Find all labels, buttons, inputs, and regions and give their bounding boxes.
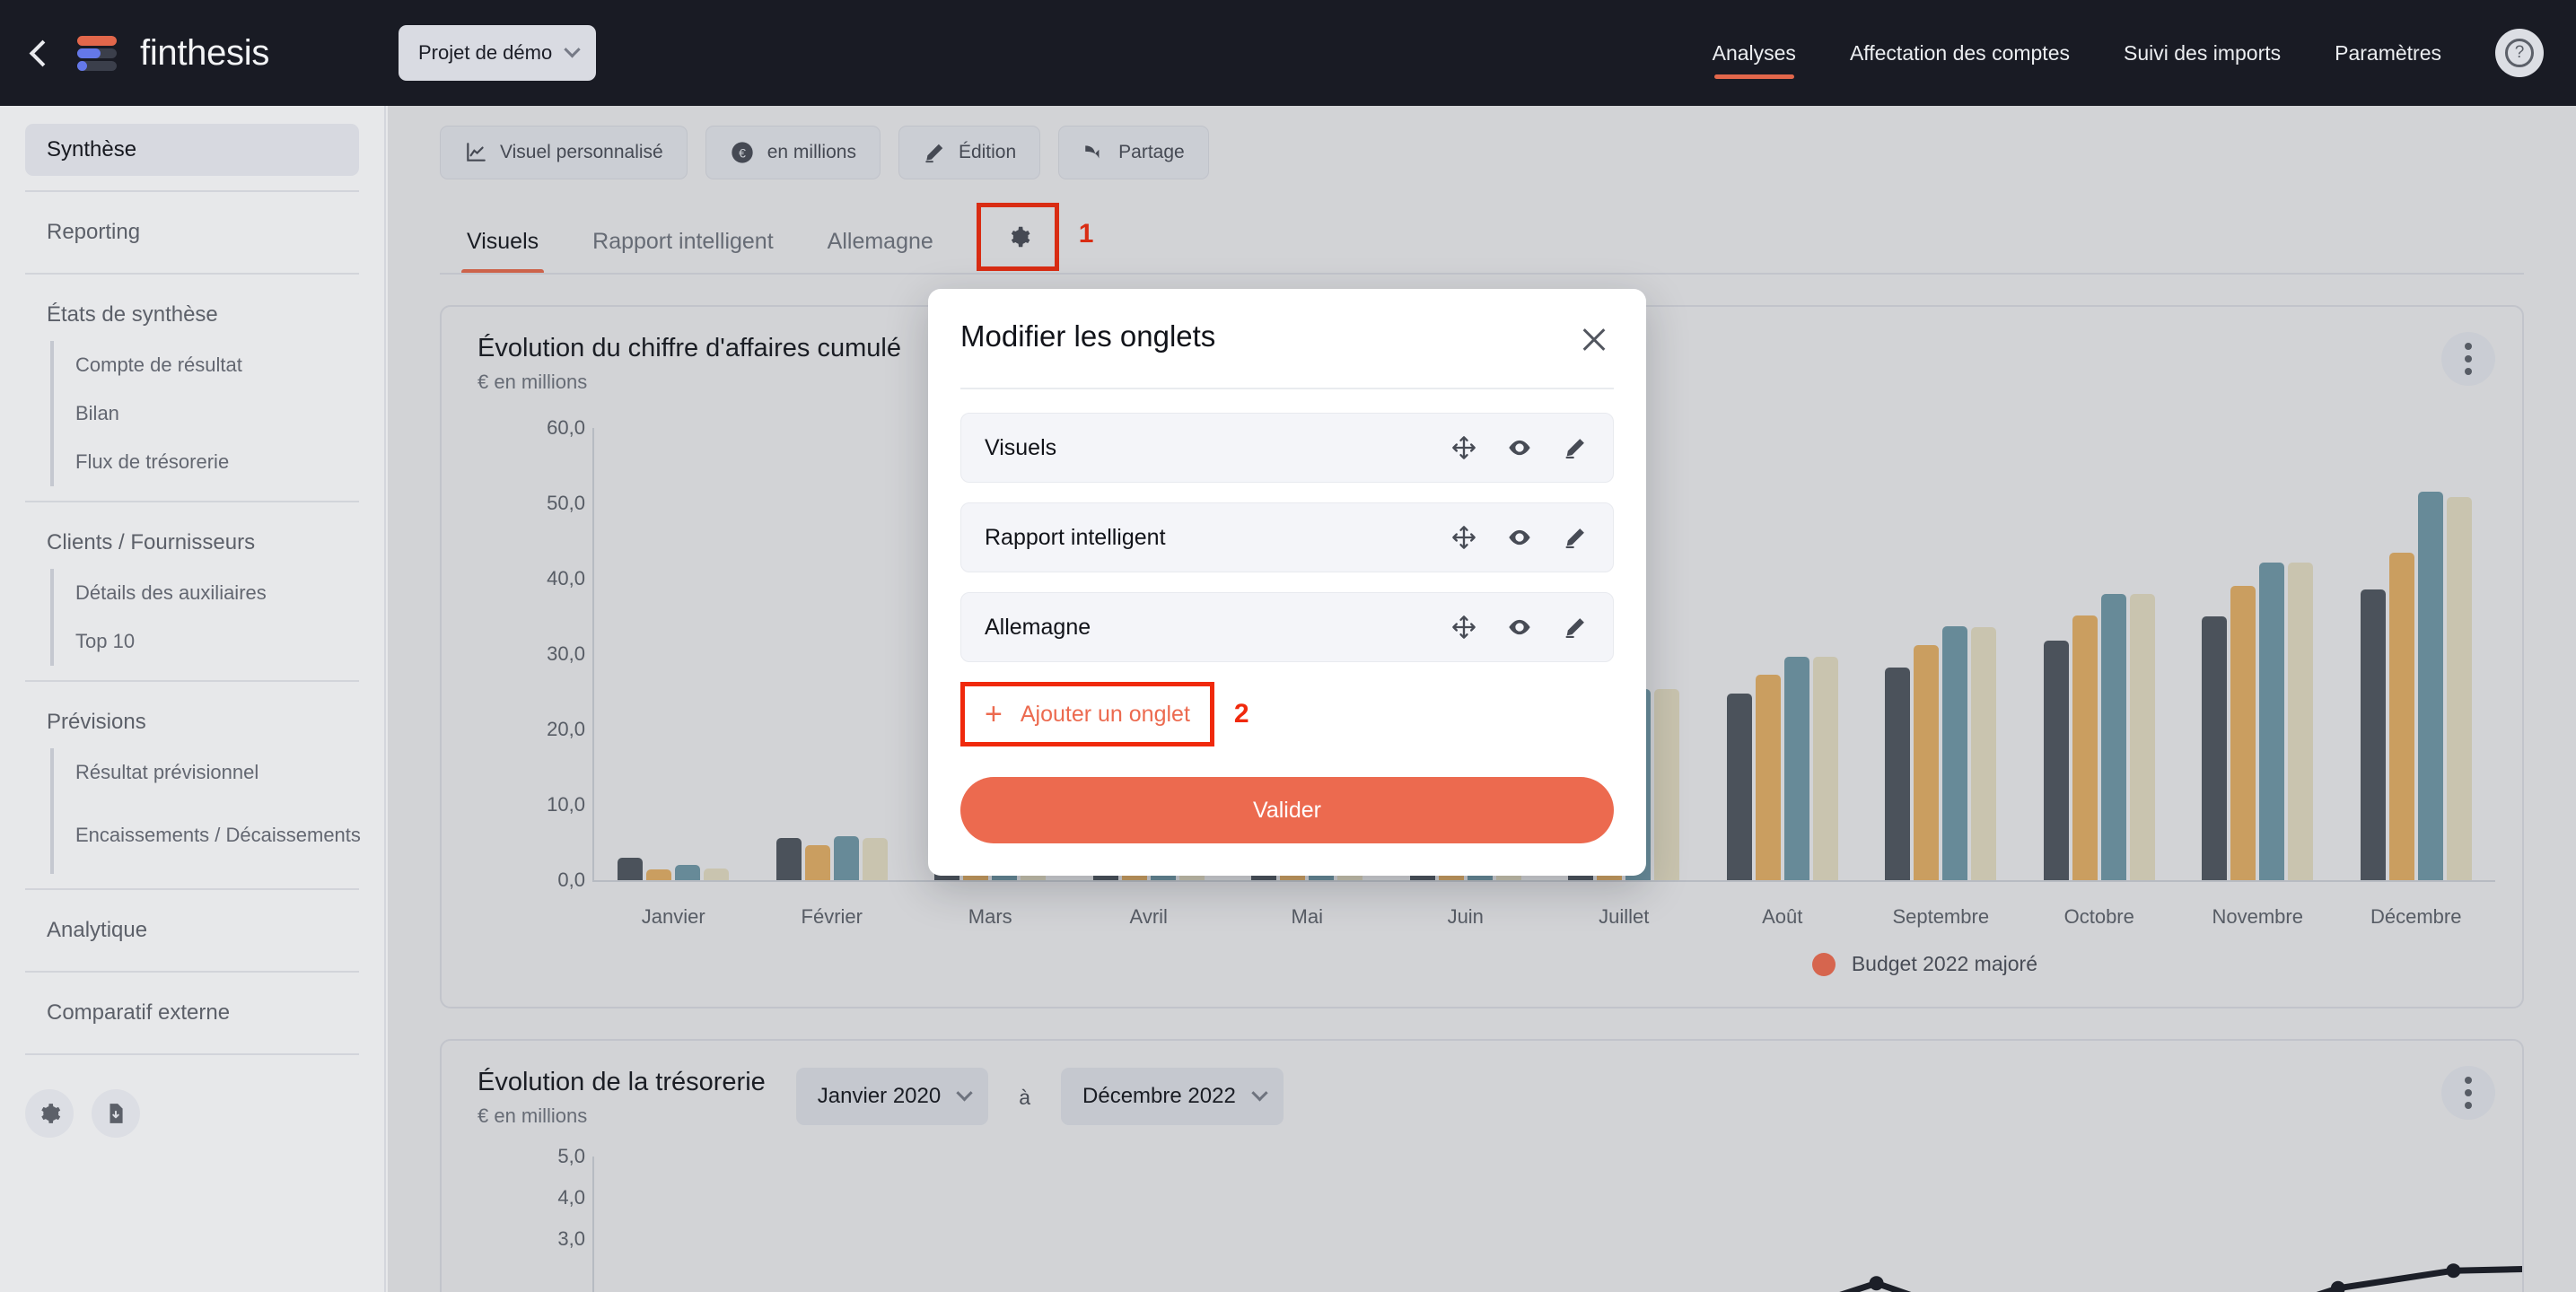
sidebar-item-synthese[interactable]: Synthèse <box>25 124 359 176</box>
pencil-icon[interactable] <box>1563 615 1588 640</box>
gear-icon <box>41 1104 61 1123</box>
file-download-icon <box>110 1104 123 1123</box>
brand-zone: finthesis <box>0 0 386 106</box>
nav-item-parametres[interactable]: Paramètres <box>2335 0 2441 106</box>
sidebar-group-previsions: Prévisions Résultat prévisionnel Encaiss… <box>0 696 384 874</box>
plus-icon: + <box>985 697 1003 731</box>
move-icon[interactable] <box>1451 615 1476 640</box>
brand-name: finthesis <box>140 32 270 73</box>
sidebar-item-reporting[interactable]: Reporting <box>25 206 359 258</box>
move-icon[interactable] <box>1451 525 1476 550</box>
sidebar-item-previsions[interactable]: Prévisions <box>25 696 359 748</box>
nav-item-affectation[interactable]: Affectation des comptes <box>1850 0 2070 106</box>
sidebar-subitem-details-des-auxiliaires[interactable]: Détails des auxiliaires <box>50 569 384 617</box>
tab-list-item-label: Rapport intelligent <box>985 524 1166 550</box>
annotation-2: 2 <box>1233 699 1249 729</box>
modal-title: Modifier les onglets <box>960 319 1216 353</box>
add-tab-row: + Ajouter un onglet 2 <box>960 682 1614 746</box>
move-icon[interactable] <box>1451 435 1476 460</box>
sidebar-item-etats-de-synthese[interactable]: États de synthèse <box>25 289 359 341</box>
tab-list-item-label: Allemagne <box>985 614 1091 640</box>
eye-icon[interactable] <box>1507 525 1532 550</box>
edit-tabs-modal: Modifier les onglets Visuels Rapport int… <box>928 289 1646 876</box>
validate-button[interactable]: Valider <box>960 777 1614 843</box>
eye-icon[interactable] <box>1507 615 1532 640</box>
top-header: finthesis Projet de démo Analyses Affect… <box>0 0 2576 106</box>
modal-header: Modifier les onglets <box>960 319 1614 359</box>
sidebar-item-comparatif-externe[interactable]: Comparatif externe <box>25 987 359 1039</box>
sidebar-footer <box>0 1069 384 1138</box>
help-button[interactable]: ? <box>2495 29 2544 77</box>
finthesis-logo-icon <box>77 33 117 73</box>
sidebar-group-etats: États de synthèse Compte de résultat Bil… <box>0 289 384 486</box>
sidebar-divider <box>25 888 359 890</box>
sidebar: Synthèse Reporting États de synthèse Com… <box>0 106 386 1292</box>
tab-list-item-rapport-intelligent: Rapport intelligent <box>960 502 1614 572</box>
sidebar-subitem-flux-de-tresorerie[interactable]: Flux de trésorerie <box>50 438 384 486</box>
sidebar-subitem-top-10[interactable]: Top 10 <box>50 617 384 666</box>
nav-item-suivi-imports[interactable]: Suivi des imports <box>2124 0 2281 106</box>
sidebar-subitem-bilan[interactable]: Bilan <box>50 389 384 438</box>
sidebar-subitem-resultat-previsionnel[interactable]: Résultat prévisionnel <box>50 748 384 797</box>
export-file-button[interactable] <box>92 1089 140 1138</box>
nav-item-analyses[interactable]: Analyses <box>1713 0 1796 106</box>
question-mark-icon: ? <box>2505 39 2534 67</box>
sidebar-subitem-encaissements-decaissements[interactable]: Encaissements / Décaissements <box>50 797 384 874</box>
chevron-down-icon <box>564 40 581 57</box>
tab-list-item-label: Visuels <box>985 434 1057 460</box>
add-tab-label: Ajouter un onglet <box>1020 701 1190 727</box>
project-selector-value: Projet de démo <box>418 41 553 64</box>
sidebar-divider <box>25 680 359 682</box>
chevron-left-icon[interactable] <box>23 38 54 68</box>
tab-list-item-allemagne: Allemagne <box>960 592 1614 662</box>
add-tab-button[interactable]: + Ajouter un onglet <box>960 682 1214 746</box>
sidebar-item-clients-fournisseurs[interactable]: Clients / Fournisseurs <box>25 517 359 569</box>
close-icon[interactable] <box>1574 319 1614 359</box>
sidebar-divider <box>25 273 359 275</box>
top-navigation: Analyses Affectation des comptes Suivi d… <box>1713 0 2576 106</box>
eye-icon[interactable] <box>1507 435 1532 460</box>
sidebar-subitem-compte-de-resultat[interactable]: Compte de résultat <box>50 341 384 389</box>
sidebar-group-clients: Clients / Fournisseurs Détails des auxil… <box>0 517 384 666</box>
sidebar-divider <box>25 971 359 973</box>
sidebar-divider <box>25 501 359 502</box>
sidebar-divider <box>25 1053 359 1055</box>
pencil-icon[interactable] <box>1563 435 1588 460</box>
tab-list-item-visuels: Visuels <box>960 413 1614 483</box>
sidebar-divider <box>25 190 359 192</box>
settings-button[interactable] <box>25 1089 74 1138</box>
project-selector[interactable]: Projet de démo <box>399 25 597 81</box>
pencil-icon[interactable] <box>1563 525 1588 550</box>
sidebar-item-analytique[interactable]: Analytique <box>25 904 359 956</box>
modal-divider <box>960 388 1614 389</box>
